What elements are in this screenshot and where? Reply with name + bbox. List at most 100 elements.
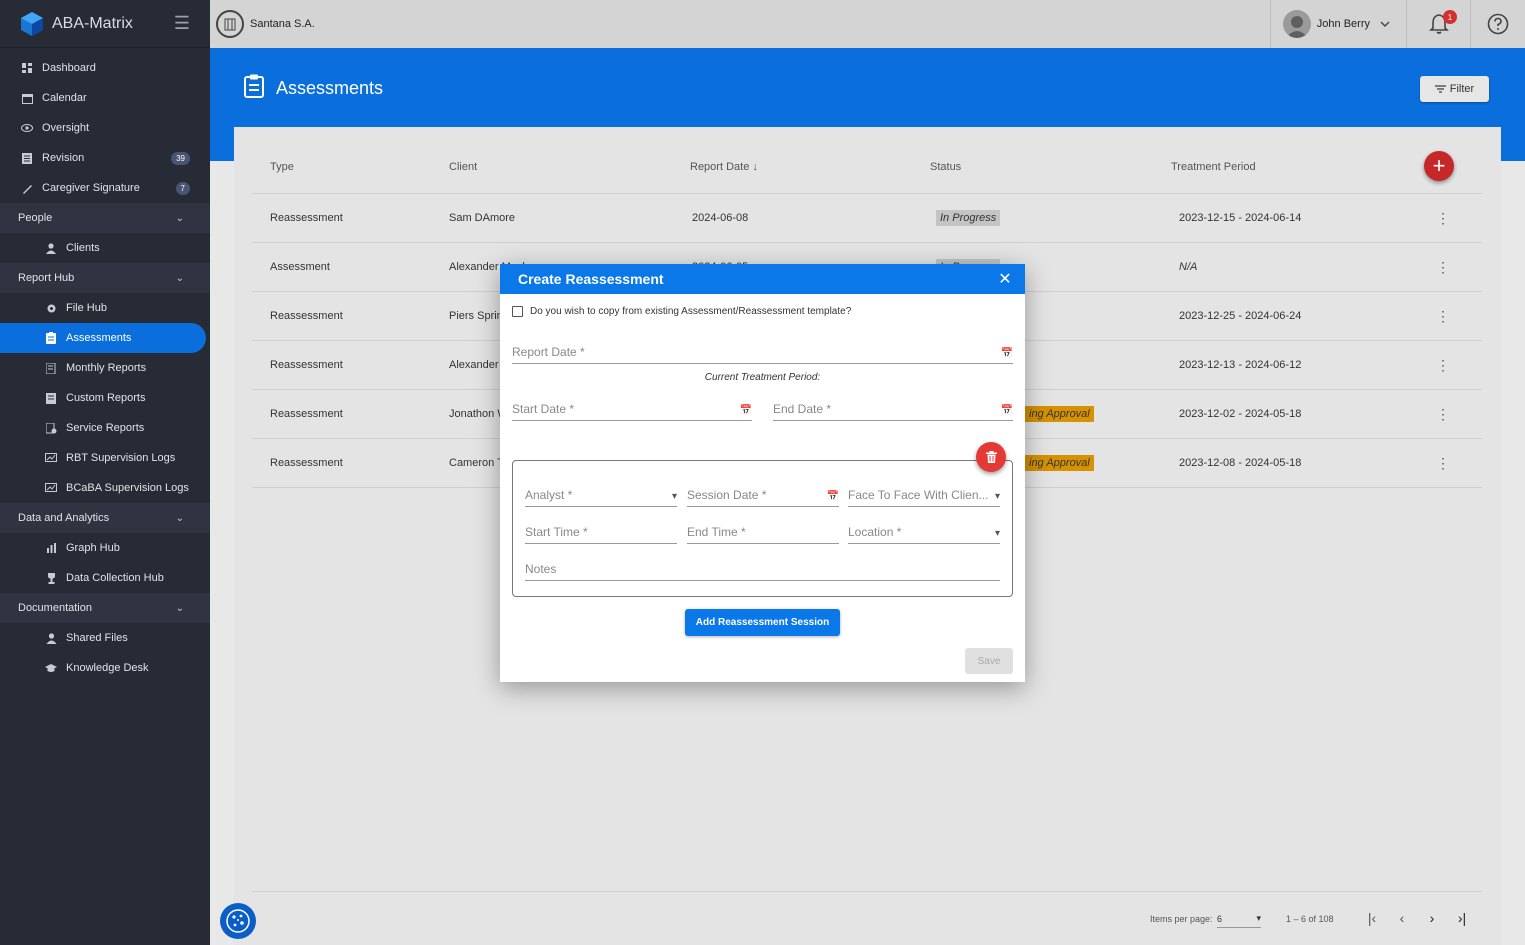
menu-toggle-icon[interactable]: ☰ <box>172 13 192 34</box>
calendar-icon[interactable]: 📅 <box>1001 348 1013 359</box>
graduation-cap-icon <box>44 661 58 675</box>
sidebar-item-assessments[interactable]: Assessments <box>0 323 206 353</box>
end-time-field[interactable]: End Time * <box>687 520 839 544</box>
document-icon <box>20 151 34 165</box>
table-row[interactable]: Reassessment Sam DAmore 2024-06-08 In Pr… <box>252 194 1482 243</box>
status-badge: ing Approval <box>1025 455 1094 471</box>
sidebar-item-label: Service Reports <box>66 422 145 434</box>
cell-treatment-period: 2023-12-15 - 2024-06-14 <box>1179 212 1302 224</box>
filter-icon <box>1434 85 1446 93</box>
sidebar-item-label: Graph Hub <box>66 542 120 554</box>
more-vert-icon[interactable]: ⋮ <box>1436 456 1450 470</box>
delete-session-button[interactable] <box>976 442 1006 472</box>
sidebar-item-label: Knowledge Desk <box>66 662 149 674</box>
sidebar-item-rbt-supervision-logs[interactable]: RBT Supervision Logs <box>0 443 210 473</box>
notes-label: Notes <box>525 562 557 576</box>
column-header-label: Report Date <box>690 160 750 173</box>
sidebar-item-shared-files[interactable]: Shared Files <box>0 623 210 653</box>
reassessment-session-panel: Analyst * ▾ Session Date * 📅 Face To Fac… <box>512 460 1013 597</box>
sidebar-item-knowledge-desk[interactable]: Knowledge Desk <box>0 653 210 683</box>
notes-field[interactable]: Notes <box>525 557 1000 581</box>
sidebar-item-clients[interactable]: Clients <box>0 233 210 263</box>
trophy-icon <box>44 571 58 585</box>
clipboard-icon <box>44 331 58 345</box>
next-page-icon[interactable]: › <box>1422 908 1442 928</box>
app-name: ABA-Matrix <box>52 14 133 32</box>
column-header-type[interactable]: Type <box>270 161 294 173</box>
calendar-icon[interactable]: 📅 <box>740 405 752 416</box>
sidebar-item-graph-hub[interactable]: Graph Hub <box>0 533 210 563</box>
chevron-down-icon: ⌄ <box>175 272 184 284</box>
service-report-icon <box>44 421 58 435</box>
first-page-icon[interactable]: |‹ <box>1362 908 1382 928</box>
more-vert-icon[interactable]: ⋮ <box>1436 407 1450 421</box>
sidebar-item-oversight[interactable]: Oversight <box>0 113 210 143</box>
sidebar-item-label: RBT Supervision Logs <box>66 452 176 464</box>
sidebar-item-calendar[interactable]: Calendar <box>0 83 210 113</box>
more-vert-icon[interactable]: ⋮ <box>1436 358 1450 372</box>
column-header-status[interactable]: Status <box>930 161 961 173</box>
calendar-icon[interactable]: 📅 <box>827 491 839 502</box>
sidebar-item-data-collection-hub[interactable]: Data Collection Hub <box>0 563 210 593</box>
calendar-icon[interactable]: 📅 <box>1001 405 1013 416</box>
sidebar-item-bcaba-supervision-logs[interactable]: BCaBA Supervision Logs <box>0 473 210 503</box>
column-header-treatment-period[interactable]: Treatment Period <box>1171 161 1256 173</box>
start-time-field[interactable]: Start Time * <box>525 520 677 544</box>
close-icon[interactable]: ✕ <box>997 271 1013 288</box>
filter-button[interactable]: Filter <box>1420 76 1489 102</box>
dialog-title: Create Reassessment <box>518 271 664 287</box>
start-date-label: Start Date * <box>512 402 575 416</box>
face-to-face-select[interactable]: Face To Face With Clien... ▾ <box>848 483 1000 507</box>
plus-icon: + <box>1432 153 1446 178</box>
cell-client: Cameron T <box>449 457 504 469</box>
table-header: Type Client Report Date ↓ Status Treatme… <box>252 140 1482 194</box>
notifications-button[interactable]: 1 <box>1407 0 1471 48</box>
avatar <box>1282 10 1311 38</box>
end-date-field[interactable]: End Date * 📅 <box>773 397 1013 421</box>
sidebar-item-file-hub[interactable]: File Hub <box>0 293 210 323</box>
chevron-down-icon: ⌄ <box>175 212 184 224</box>
location-select[interactable]: Location * ▾ <box>848 520 1000 544</box>
sidebar-section-people[interactable]: People ⌄ <box>0 203 210 233</box>
previous-page-icon[interactable]: ‹ <box>1392 908 1412 928</box>
trash-icon <box>985 451 997 463</box>
more-vert-icon[interactable]: ⋮ <box>1436 309 1450 323</box>
analyst-select[interactable]: Analyst * ▾ <box>525 483 677 507</box>
chevron-down-icon: ⌄ <box>175 602 184 614</box>
chart-log-icon <box>44 451 58 465</box>
copy-template-checkbox[interactable] <box>512 306 523 317</box>
sidebar-item-label: BCaBA Supervision Logs <box>66 482 189 494</box>
cell-client: Jonathon W <box>449 408 508 420</box>
sidebar-section-report-hub[interactable]: Report Hub ⌄ <box>0 263 210 293</box>
sidebar-item-label: Assessments <box>66 332 132 344</box>
more-vert-icon[interactable]: ⋮ <box>1436 260 1450 274</box>
sidebar-item-dashboard[interactable]: Dashboard <box>0 53 210 83</box>
last-page-icon[interactable]: ›| <box>1452 908 1472 928</box>
cell-treatment-period: 2023-12-13 - 2024-06-12 <box>1179 359 1302 371</box>
sidebar-item-monthly-reports[interactable]: Monthly Reports <box>0 353 210 383</box>
cell-type: Reassessment <box>270 212 343 224</box>
sidebar-item-service-reports[interactable]: Service Reports <box>0 413 210 443</box>
add-reassessment-session-button[interactable]: Add Reassessment Session <box>685 609 840 636</box>
notification-count-badge: 1 <box>1443 10 1457 24</box>
session-date-field[interactable]: Session Date * 📅 <box>687 483 839 507</box>
items-per-page-select[interactable]: 6 ▾ <box>1217 910 1261 928</box>
chevron-down-icon: ⌄ <box>175 512 184 524</box>
sidebar-item-custom-reports[interactable]: Custom Reports <box>0 383 210 413</box>
cookie-settings-button[interactable] <box>220 903 256 939</box>
more-vert-icon[interactable]: ⋮ <box>1436 211 1450 225</box>
sidebar-item-caregiver-signature[interactable]: Caregiver Signature 7 <box>0 173 210 203</box>
add-assessment-button[interactable]: + <box>1424 151 1454 181</box>
help-button[interactable] <box>1471 0 1525 48</box>
user-menu[interactable]: John Berry <box>1269 0 1407 48</box>
save-button[interactable]: Save <box>965 648 1013 674</box>
sidebar-section-data-analytics[interactable]: Data and Analytics ⌄ <box>0 503 210 533</box>
column-header-client[interactable]: Client <box>449 161 477 173</box>
column-header-report-date[interactable]: Report Date ↓ <box>690 161 758 173</box>
sidebar-section-documentation[interactable]: Documentation ⌄ <box>0 593 210 623</box>
section-label: Report Hub <box>18 272 75 284</box>
sidebar-item-revision[interactable]: Revision 39 <box>0 143 210 173</box>
start-date-field[interactable]: Start Date * 📅 <box>512 397 752 421</box>
report-date-field[interactable]: Report Date * 📅 <box>512 340 1013 364</box>
cell-type: Reassessment <box>270 310 343 322</box>
